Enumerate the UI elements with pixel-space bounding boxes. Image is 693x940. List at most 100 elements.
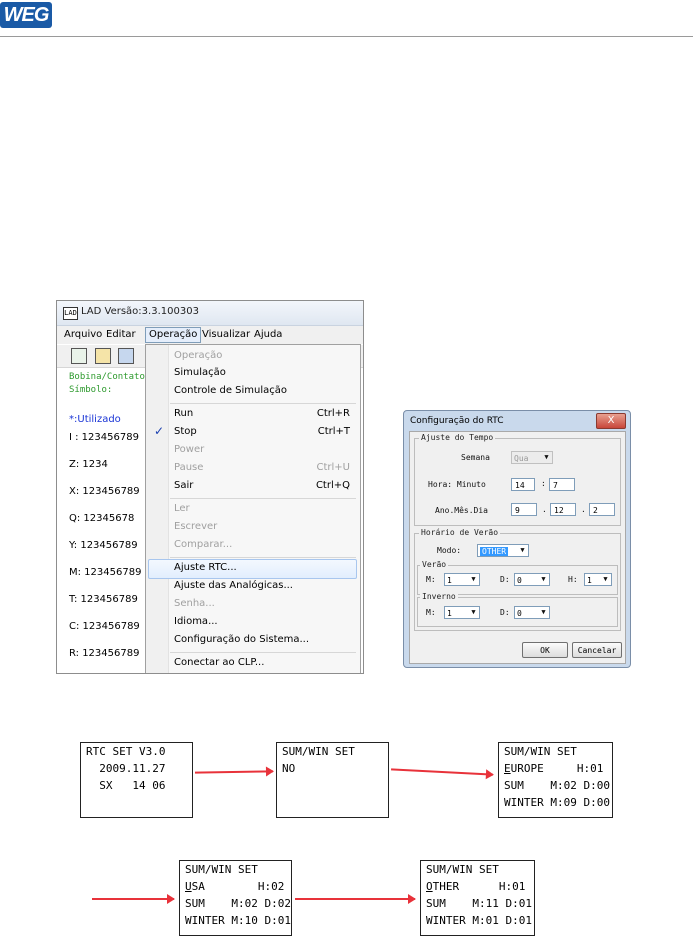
rtc-dialog-title: Configuração do RTC	[410, 416, 504, 426]
menu-shortcut: Ctrl+U	[316, 462, 351, 473]
lcd-line: SUM/WIN SET	[426, 863, 499, 876]
arrow-4	[295, 894, 416, 904]
verao-d-select[interactable]: 0 ▼	[514, 573, 550, 586]
menu-item[interactable]: Comparar...	[174, 539, 232, 550]
lcd-line: SX 14 06	[86, 779, 166, 792]
semana-select: Qua ▼	[511, 451, 553, 464]
open-folder-icon[interactable]	[95, 348, 111, 364]
close-icon[interactable]: X	[596, 413, 626, 429]
lcd-line: RTC SET V3.0	[86, 745, 166, 758]
symbol-line: Símbolo:	[69, 385, 113, 395]
hora-colon: :	[541, 479, 546, 488]
inverno-d-label: D:	[500, 608, 510, 617]
lcd-sumwin-no: SUM/WIN SET NO	[276, 742, 389, 818]
lcd-sumwin-europe: SUM/WIN SET EUROPE H:01 SUM M:02 D:00 WINTE…	[498, 742, 613, 818]
app-icon: LAD	[63, 307, 78, 320]
modo-label: Modo:	[437, 546, 462, 555]
symbol-line: T: 123456789	[69, 594, 138, 605]
group-inverno: Inverno M: 1 ▼ D: 0 ▼	[417, 592, 618, 627]
menu-item[interactable]: Sair	[174, 480, 193, 491]
menu-shortcut: Ctrl+R	[316, 408, 350, 419]
rtc-dialog: Configuração do RTC X Ajuste do Tempo Se…	[403, 410, 631, 668]
lad-window: LAD LAD Versão:3.3.100303 Arquivo Editar…	[56, 300, 364, 674]
lcd-line: NO	[282, 762, 296, 775]
modo-select[interactable]: OTHER ▼	[477, 544, 529, 557]
chevron-down-icon: ▼	[603, 575, 608, 583]
menu-item[interactable]: Ler	[174, 503, 190, 514]
verao-h-label: H:	[568, 575, 578, 584]
semana-label: Semana	[461, 453, 490, 462]
lcd-line-rest: UROPE H:01	[510, 762, 604, 775]
menu-item[interactable]: Power	[174, 444, 204, 455]
menu-item[interactable]: Pause	[174, 462, 203, 473]
lcd-line: USA H:02	[185, 880, 284, 893]
menu-item[interactable]: Operação	[174, 350, 222, 361]
ano-input[interactable]: 9	[511, 503, 537, 516]
lcd-line: WINTER M:10 D:01	[185, 914, 291, 927]
lcd-line: SUM M:02 D:02	[185, 897, 291, 910]
minuto-input[interactable]: 7	[549, 478, 575, 491]
inverno-m-select[interactable]: 1 ▼	[444, 606, 480, 619]
lcd-line: SUM M:11 D:01	[426, 897, 532, 910]
symbol-line: Bobina/Contato	[69, 372, 145, 382]
symbol-line: C: 123456789	[69, 621, 140, 632]
menu-item[interactable]: Conectar ao CLP...	[174, 657, 264, 668]
symbol-line: R: 123456789	[69, 648, 140, 659]
verao-label: Verão	[420, 560, 449, 569]
lcd-rtc-set: RTC SET V3.0 2009.11.27 SX 14 06	[80, 742, 193, 818]
lcd-line: SUM M:02 D:00	[504, 779, 610, 792]
group-time-title: Ajuste do Tempo	[419, 433, 496, 442]
save-icon[interactable]	[118, 348, 134, 364]
symbol-line: Y: 123456789	[69, 540, 138, 551]
dia-input[interactable]: 2	[589, 503, 615, 516]
menu-item[interactable]: Ajuste RTC...	[174, 562, 237, 573]
ok-button[interactable]: OK	[522, 642, 568, 658]
menu-item[interactable]: Configuração do Sistema...	[174, 634, 309, 645]
menu-separator	[170, 498, 356, 499]
chevron-down-icon: ▼	[541, 608, 546, 616]
lcd-line: EUROPE H:01	[504, 762, 603, 775]
menu-ajuda[interactable]: Ajuda	[251, 328, 285, 342]
chevron-down-icon: ▼	[471, 608, 476, 616]
verao-h-select[interactable]: 1 ▼	[584, 573, 612, 586]
lcd-line: WINTER M:01 D:01	[426, 914, 532, 927]
new-file-icon[interactable]	[71, 348, 87, 364]
inverno-d-select[interactable]: 0 ▼	[514, 606, 550, 619]
menu-item[interactable]: Escrever	[174, 521, 217, 532]
menu-item[interactable]: Controle de Simulação	[174, 385, 287, 396]
menu-arquivo[interactable]: Arquivo	[61, 328, 105, 342]
dropdown-gutter	[146, 345, 169, 673]
group-time: Ajuste do Tempo Semana Qua ▼ Hora: Minuto…	[414, 433, 621, 526]
menu-visualizar[interactable]: Visualizar	[199, 328, 253, 342]
hora-input[interactable]: 14	[511, 478, 535, 491]
menu-item[interactable]: Stop	[174, 426, 197, 437]
verao-m-select[interactable]: 1 ▼	[444, 573, 480, 586]
lcd-line: WINTER M:09 D:00	[504, 796, 610, 809]
lcd-line: SUM/WIN SET	[504, 745, 577, 758]
symbol-line: M: 123456789	[69, 567, 142, 578]
chevron-down-icon: ▼	[541, 575, 546, 583]
verao-d-label: D:	[500, 575, 510, 584]
lcd-line: OTHER H:01	[426, 880, 525, 893]
mes-input[interactable]: 12	[550, 503, 576, 516]
lcd-line-rest: SA H:02	[191, 880, 285, 893]
date-label: Ano.Mês.Dia	[435, 506, 488, 515]
symbol-line: I : 123456789	[69, 432, 139, 443]
menu-item[interactable]: Simulação	[174, 367, 226, 378]
arrow-1	[194, 770, 274, 774]
menu-separator	[170, 557, 356, 558]
cancel-button[interactable]: Cancelar	[572, 642, 622, 658]
menu-editar[interactable]: Editar	[103, 328, 139, 342]
menu-operacao[interactable]: Operação	[145, 327, 202, 343]
menu-item[interactable]: Idioma...	[174, 616, 218, 627]
lcd-line: SUM/WIN SET	[185, 863, 258, 876]
lad-window-title: LAD Versão:3.3.100303	[81, 306, 199, 317]
lcd-line: 2009.11.27	[86, 762, 166, 775]
group-summer-time: Horário de Verão Modo: OTHER ▼ Verão M: 1…	[414, 528, 621, 631]
menu-item[interactable]: Run	[174, 408, 193, 419]
group-summer-title: Horário de Verão	[419, 528, 501, 537]
menu-item[interactable]: Ajuste das Analógicas...	[174, 580, 293, 591]
inverno-m-label: M:	[426, 608, 436, 617]
symbol-line: *:Utilizado	[69, 414, 121, 425]
menu-item[interactable]: Senha...	[174, 598, 215, 609]
